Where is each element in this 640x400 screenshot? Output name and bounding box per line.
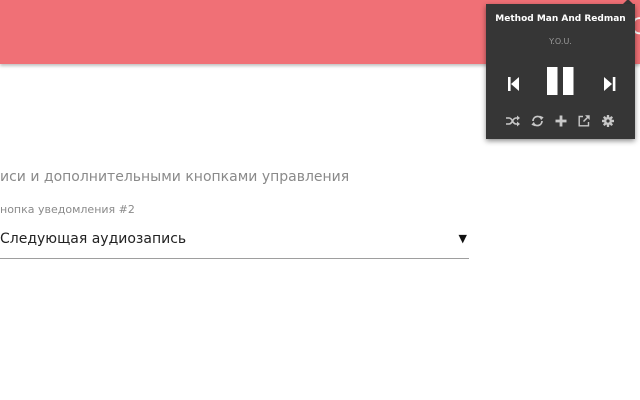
skip-next-icon[interactable] [604, 77, 616, 91]
notification-button-2-label: нопка уведомления #2 [0, 203, 135, 216]
player-artist: Method Man And Redman [495, 14, 626, 24]
player-track: Y.O.U. [549, 37, 572, 46]
external-link-icon[interactable] [578, 115, 590, 127]
notification-button-2-select[interactable]: Следующая аудиозапись ▼ [0, 226, 469, 259]
shuffle-icon[interactable] [506, 115, 520, 127]
section-caption: иси и дополнительными кнопками управлени… [0, 169, 350, 185]
repeat-icon[interactable] [531, 115, 544, 127]
select-value: Следующая аудиозапись [0, 231, 187, 247]
pause-icon[interactable] [547, 67, 575, 95]
plus-icon[interactable] [555, 115, 567, 127]
gear-icon[interactable] [602, 115, 614, 127]
dropdown-arrow-icon: ▼ [458, 232, 467, 245]
skip-previous-icon[interactable] [508, 77, 520, 91]
mini-player: Method Man And Redman Y.O.U. [486, 4, 635, 139]
